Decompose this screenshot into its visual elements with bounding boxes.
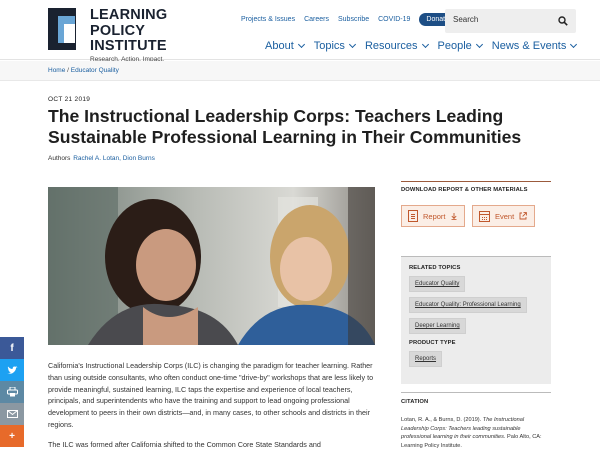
citation-panel: CITATION Lotan, R. A., & Burns, D. (2019…	[401, 392, 551, 450]
download-materials-panel: DOWNLOAD REPORT & OTHER MATERIALS Report…	[401, 181, 551, 227]
article-body: California's Instructional Leadership Co…	[48, 360, 375, 450]
logo-name-line3: INSTITUTE	[90, 38, 167, 54]
plus-icon: +	[9, 430, 15, 442]
utility-link-careers[interactable]: Careers	[304, 16, 329, 23]
main-nav: About Topics Resources People News & Eve…	[265, 40, 578, 52]
search-box	[445, 9, 576, 33]
email-share-button[interactable]	[0, 403, 24, 425]
facebook-icon: f	[10, 342, 14, 354]
hero-image	[48, 187, 375, 345]
product-type-heading: PRODUCT TYPE	[409, 340, 456, 346]
logo-name-line1: LEARNING	[90, 7, 168, 23]
authors-links[interactable]: Rachel A. Lotan, Dion Burns	[73, 155, 155, 162]
nav-news-events[interactable]: News & Events	[492, 40, 578, 52]
twitter-icon	[6, 365, 18, 374]
related-topics-heading: RELATED TOPICS	[409, 265, 461, 271]
external-link-icon	[519, 212, 528, 220]
print-button[interactable]	[0, 381, 24, 403]
authors-label: Authors	[48, 155, 71, 162]
search-input[interactable]	[453, 15, 553, 24]
twitter-share-button[interactable]	[0, 359, 24, 381]
site-header: LEARNING POLICY INSTITUTE Research. Acti…	[0, 0, 600, 63]
page-title: The Instructional Leadership Corps: Teac…	[48, 106, 522, 147]
event-link-button[interactable]: Event	[472, 205, 535, 227]
publish-date: OCT 21 2019	[48, 96, 91, 103]
breadcrumb-bar: Home / Educator Quality	[0, 61, 600, 81]
breadcrumb-educator-quality[interactable]: Educator Quality	[71, 67, 119, 74]
search-icon[interactable]	[558, 16, 568, 26]
breadcrumb: Home / Educator Quality	[48, 67, 119, 74]
logo-mark-icon	[48, 8, 84, 50]
chevron-down-icon	[297, 40, 305, 49]
authors-line: Authors Rachel A. Lotan, Dion Burns	[48, 155, 155, 162]
more-share-button[interactable]: +	[0, 425, 24, 447]
related-topics-panel: RELATED TOPICS Educator Quality Educator…	[401, 256, 551, 384]
download-heading: DOWNLOAD REPORT & OTHER MATERIALS	[401, 187, 528, 193]
utility-link-projects[interactable]: Projects & Issues	[241, 16, 295, 23]
nav-topics[interactable]: Topics	[314, 40, 356, 52]
email-icon	[6, 410, 18, 418]
utility-nav: Projects & Issues Careers Subscribe COVI…	[241, 13, 456, 26]
chevron-down-icon	[421, 40, 429, 49]
document-icon	[408, 210, 418, 222]
site-logo[interactable]: LEARNING POLICY INSTITUTE Research. Acti…	[48, 8, 167, 63]
product-type-tag[interactable]: Reports	[409, 351, 443, 367]
citation-heading: CITATION	[401, 399, 429, 405]
facebook-share-button[interactable]: f	[0, 337, 24, 359]
print-icon	[6, 387, 18, 397]
nav-about[interactable]: About	[265, 40, 305, 52]
calendar-icon	[479, 210, 490, 222]
topic-tag[interactable]: Educator Quality	[409, 276, 466, 292]
article-paragraph: California's Instructional Leadership Co…	[48, 361, 374, 429]
chevron-down-icon	[570, 40, 578, 49]
utility-link-subscribe[interactable]: Subscribe	[338, 16, 369, 23]
topic-tag[interactable]: Deeper Learning	[409, 318, 466, 334]
nav-resources[interactable]: Resources	[365, 40, 429, 52]
nav-people[interactable]: People	[438, 40, 483, 52]
logo-name-line2: POLICY	[90, 22, 146, 39]
citation-text: Lotan, R. A., & Burns, D. (2019). The In…	[401, 417, 542, 449]
chevron-down-icon	[475, 40, 483, 49]
utility-link-covid[interactable]: COVID-19	[378, 16, 410, 23]
share-bar: f +	[0, 337, 24, 447]
topic-tag[interactable]: Educator Quality: Professional Learning	[409, 297, 527, 313]
download-arrow-icon	[450, 212, 457, 220]
chevron-down-icon	[348, 40, 356, 49]
report-download-button[interactable]: Report	[401, 205, 465, 227]
article-paragraph: The ILC was formed after California shif…	[48, 439, 321, 449]
breadcrumb-home[interactable]: Home	[48, 67, 65, 74]
